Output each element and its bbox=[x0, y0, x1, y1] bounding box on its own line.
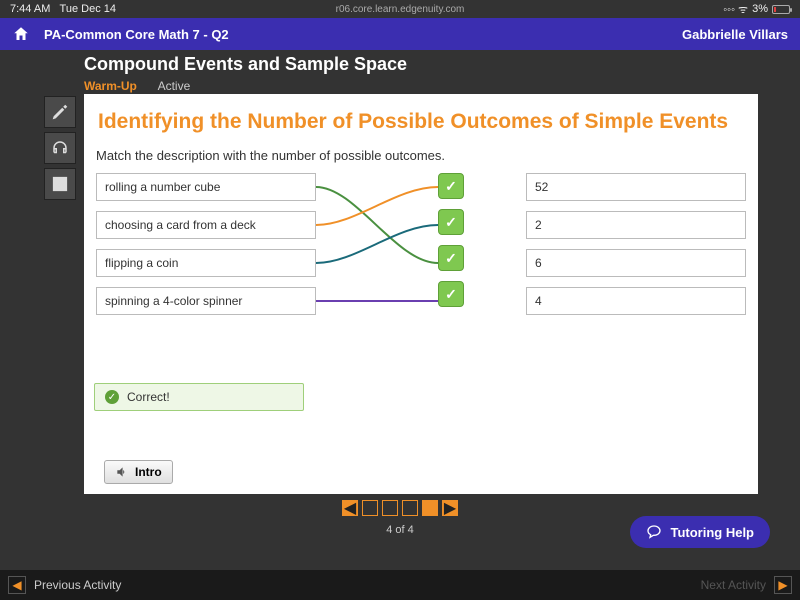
tutoring-label: Tutoring Help bbox=[670, 525, 754, 540]
page-prev[interactable]: ◀ bbox=[342, 500, 358, 516]
check-circle-icon: ✓ bbox=[105, 390, 119, 404]
equation-tool[interactable]: √x bbox=[44, 168, 76, 200]
matching-area: rolling a number cube choosing a card fr… bbox=[96, 173, 746, 343]
page-dot[interactable] bbox=[422, 500, 438, 516]
footer-bar: ◀ Previous Activity Next Activity ▶ bbox=[0, 570, 800, 600]
battery-percent: 3% bbox=[752, 3, 768, 15]
match-lines bbox=[316, 173, 438, 333]
match-right-item[interactable]: 6 bbox=[526, 249, 746, 277]
speaker-icon bbox=[115, 465, 129, 479]
chat-icon bbox=[646, 524, 662, 540]
next-activity-arrow[interactable]: ▶ bbox=[774, 576, 792, 594]
clock: 7:44 AM Tue Dec 14 bbox=[10, 3, 116, 15]
user-name[interactable]: Gabbrielle Villars bbox=[682, 27, 788, 42]
intro-button[interactable]: Intro bbox=[104, 460, 173, 484]
match-left-item[interactable]: spinning a 4-color spinner bbox=[96, 287, 316, 315]
check-mark: ✓ bbox=[438, 209, 464, 235]
activity-title: Identifying the Number of Possible Outco… bbox=[98, 110, 748, 134]
tool-rail: √x bbox=[44, 96, 76, 200]
wifi-icon: ◦◦◦ ᯤ bbox=[723, 2, 748, 17]
section-label[interactable]: Warm-Up bbox=[84, 79, 137, 93]
match-right-item[interactable]: 4 bbox=[526, 287, 746, 315]
state-label: Active bbox=[158, 79, 191, 93]
content-panel: Identifying the Number of Possible Outco… bbox=[84, 94, 758, 494]
pencil-tool[interactable] bbox=[44, 96, 76, 128]
instruction-text: Match the description with the number of… bbox=[96, 148, 748, 163]
feedback-banner: ✓ Correct! bbox=[94, 383, 304, 411]
pencil-icon bbox=[51, 103, 69, 121]
match-right-item[interactable]: 52 bbox=[526, 173, 746, 201]
next-activity-label: Next Activity bbox=[701, 578, 766, 592]
match-left-item[interactable]: rolling a number cube bbox=[96, 173, 316, 201]
page-dot[interactable] bbox=[402, 500, 418, 516]
course-title: PA-Common Core Math 7 - Q2 bbox=[44, 27, 229, 42]
match-left-item[interactable]: flipping a coin bbox=[96, 249, 316, 277]
headphones-icon bbox=[51, 139, 69, 157]
check-mark: ✓ bbox=[438, 173, 464, 199]
home-icon[interactable] bbox=[12, 25, 30, 43]
equation-icon: √x bbox=[51, 175, 69, 193]
url-display: r06.core.learn.edgenuity.com bbox=[336, 4, 465, 15]
svg-text:√x: √x bbox=[56, 180, 64, 189]
match-left-item[interactable]: choosing a card from a deck bbox=[96, 211, 316, 239]
app-header: PA-Common Core Math 7 - Q2 Gabbrielle Vi… bbox=[0, 18, 800, 50]
check-mark: ✓ bbox=[438, 245, 464, 271]
page-next[interactable]: ▶ bbox=[442, 500, 458, 516]
match-right-item[interactable]: 2 bbox=[526, 211, 746, 239]
intro-label: Intro bbox=[135, 465, 162, 479]
page-dot[interactable] bbox=[362, 500, 378, 516]
page-counter: 4 of 4 bbox=[386, 524, 414, 536]
lesson-header: Compound Events and Sample Space Warm-Up… bbox=[0, 50, 800, 99]
status-icons: ◦◦◦ ᯤ 3% bbox=[723, 2, 790, 17]
tutoring-help-button[interactable]: Tutoring Help bbox=[630, 516, 770, 548]
prev-activity-label[interactable]: Previous Activity bbox=[34, 578, 121, 592]
battery-icon bbox=[772, 5, 790, 14]
page-nav: ◀ ▶ bbox=[342, 500, 458, 516]
feedback-text: Correct! bbox=[127, 390, 170, 404]
check-mark: ✓ bbox=[438, 281, 464, 307]
audio-tool[interactable] bbox=[44, 132, 76, 164]
prev-activity-arrow[interactable]: ◀ bbox=[8, 576, 26, 594]
device-status-bar: 7:44 AM Tue Dec 14 r06.core.learn.edgenu… bbox=[0, 0, 800, 18]
page-dot[interactable] bbox=[382, 500, 398, 516]
lesson-title: Compound Events and Sample Space bbox=[84, 54, 800, 75]
